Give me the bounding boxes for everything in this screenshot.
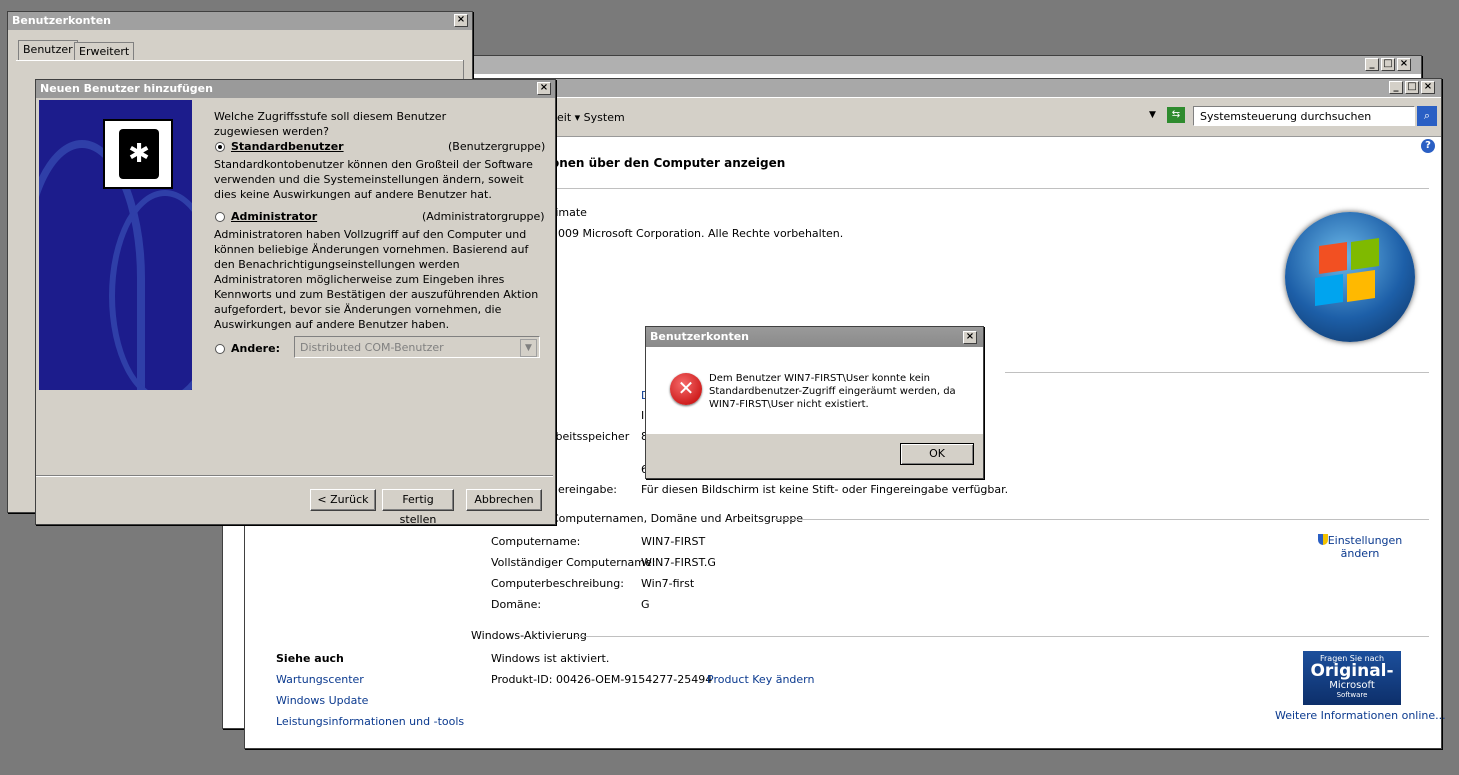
chevron-down-icon[interactable]: ▼ bbox=[520, 339, 537, 357]
change-product-key-link[interactable]: Product Key ändern bbox=[707, 673, 814, 686]
standard-user-description: Standardkontobenutzer können den Großtei… bbox=[214, 158, 533, 201]
close-button[interactable]: × bbox=[963, 331, 977, 344]
error-dialog: Benutzerkonten × ✕ Dem Benutzer WIN7-FIR… bbox=[645, 326, 984, 479]
minimize-button[interactable]: _ bbox=[1389, 81, 1403, 94]
pen-value: Für diesen Bildschirm ist keine Stift- o… bbox=[641, 483, 1009, 496]
dropdown-arrow-icon[interactable]: ▼ bbox=[1149, 110, 1156, 120]
error-dialog-titlebar: Benutzerkonten bbox=[646, 327, 983, 347]
see-also-action-center-link[interactable]: Wartungscenter bbox=[276, 673, 364, 686]
domain-value: G bbox=[641, 598, 650, 611]
error-icon: ✕ bbox=[670, 373, 702, 405]
divider bbox=[1005, 372, 1429, 373]
wizard-titlebar: Neuen Benutzer hinzufügen bbox=[36, 80, 555, 98]
divider bbox=[775, 519, 1429, 520]
standard-user-radio[interactable] bbox=[215, 142, 225, 152]
other-group-select[interactable]: Distributed COM-Benutzer ▼ bbox=[294, 336, 540, 358]
other-label[interactable]: Andere: bbox=[231, 342, 280, 355]
domain-label: Domäne: bbox=[491, 598, 542, 611]
maximize-button[interactable]: □ bbox=[1381, 58, 1395, 71]
other-radio[interactable] bbox=[215, 344, 225, 354]
computer-name-group-title: Computernamen, Domäne und Arbeitsgruppe bbox=[551, 512, 804, 525]
search-icon[interactable]: ⌕ bbox=[1417, 106, 1437, 126]
standard-user-label[interactable]: Standardbenutzer bbox=[231, 140, 344, 153]
copyright-text: 2009 Microsoft Corporation. Alle Rechte … bbox=[551, 227, 844, 240]
computer-description-label: Computerbeschreibung: bbox=[491, 577, 624, 590]
more-info-link[interactable]: Weitere Informationen online... bbox=[1275, 709, 1446, 722]
close-button[interactable]: × bbox=[454, 14, 468, 27]
partial-text: I bbox=[641, 409, 645, 422]
shield-icon bbox=[1317, 534, 1328, 545]
full-computer-name-value: WIN7-FIRST.G bbox=[641, 556, 716, 569]
close-button[interactable]: × bbox=[1421, 81, 1435, 94]
product-id: Produkt-ID: 00426-OEM-9154277-25494 bbox=[491, 673, 713, 686]
pen-label: gereingabe: bbox=[551, 483, 618, 496]
user-icon: ✱ bbox=[103, 119, 173, 189]
administrator-radio[interactable] bbox=[215, 212, 225, 222]
divider bbox=[575, 636, 1429, 637]
cancel-button[interactable]: Abbrechen bbox=[466, 489, 542, 511]
see-also-windows-update-link[interactable]: Windows Update bbox=[276, 694, 368, 707]
tab-advanced[interactable]: Erweitert bbox=[74, 42, 135, 61]
tab-users[interactable]: Benutzer bbox=[18, 40, 78, 61]
breadcrumb[interactable]: eit ▾ System bbox=[557, 111, 625, 124]
administrator-label[interactable]: Administrator bbox=[231, 210, 317, 223]
minimize-button[interactable]: _ bbox=[1365, 58, 1379, 71]
computer-name-value: WIN7-FIRST bbox=[641, 535, 706, 548]
finish-button[interactable]: Fertig stellen bbox=[382, 489, 454, 526]
close-button[interactable]: × bbox=[537, 82, 551, 95]
memory-label: rbeitsspeicher bbox=[551, 430, 630, 443]
computer-name-label: Computername: bbox=[491, 535, 581, 548]
page-title: onen über den Computer anzeigen bbox=[551, 156, 786, 170]
edition-text: timate bbox=[551, 206, 587, 219]
computer-description-value: Win7-first bbox=[641, 577, 695, 590]
close-button[interactable]: × bbox=[1397, 58, 1411, 71]
refresh-icon[interactable]: ⇆ bbox=[1167, 107, 1185, 123]
add-user-wizard: Neuen Benutzer hinzufügen × ✱ Welche Zug… bbox=[35, 79, 556, 526]
ok-button[interactable]: OK bbox=[900, 443, 974, 465]
help-icon[interactable]: ? bbox=[1421, 139, 1435, 153]
activation-group-title: Windows-Aktivierung bbox=[471, 629, 587, 642]
divider bbox=[551, 188, 1429, 189]
administrator-group: (Administratorgruppe) bbox=[422, 210, 545, 223]
full-computer-name-label: Vollständiger Computername: bbox=[491, 556, 656, 569]
see-also-performance-link[interactable]: Leistungsinformationen und -tools bbox=[276, 715, 464, 728]
search-input[interactable]: Systemsteuerung durchsuchen bbox=[1193, 106, 1415, 126]
wizard-banner: ✱ bbox=[39, 100, 192, 390]
genuine-microsoft-badge[interactable]: Fragen Sie nach Original- Microsoft Soft… bbox=[1303, 651, 1401, 705]
access-question: Welche Zugriffsstufe soll diesem Benutze… bbox=[214, 110, 447, 138]
user-accounts-titlebar: Benutzerkonten bbox=[8, 12, 472, 30]
change-settings-link[interactable]: Einstellungen ändern bbox=[1315, 534, 1405, 560]
windows-logo bbox=[1285, 212, 1415, 342]
error-message: Dem Benutzer WIN7-FIRST\User konnte kein… bbox=[709, 373, 956, 410]
administrator-description: Administratoren haben Vollzugriff auf de… bbox=[214, 228, 539, 331]
maximize-button[interactable]: □ bbox=[1405, 81, 1419, 94]
see-also-title: Siehe auch bbox=[276, 652, 344, 665]
back-button[interactable]: < Zurück bbox=[310, 489, 376, 511]
standard-user-group: (Benutzergruppe) bbox=[448, 140, 546, 153]
activation-status: Windows ist aktiviert. bbox=[491, 652, 610, 665]
